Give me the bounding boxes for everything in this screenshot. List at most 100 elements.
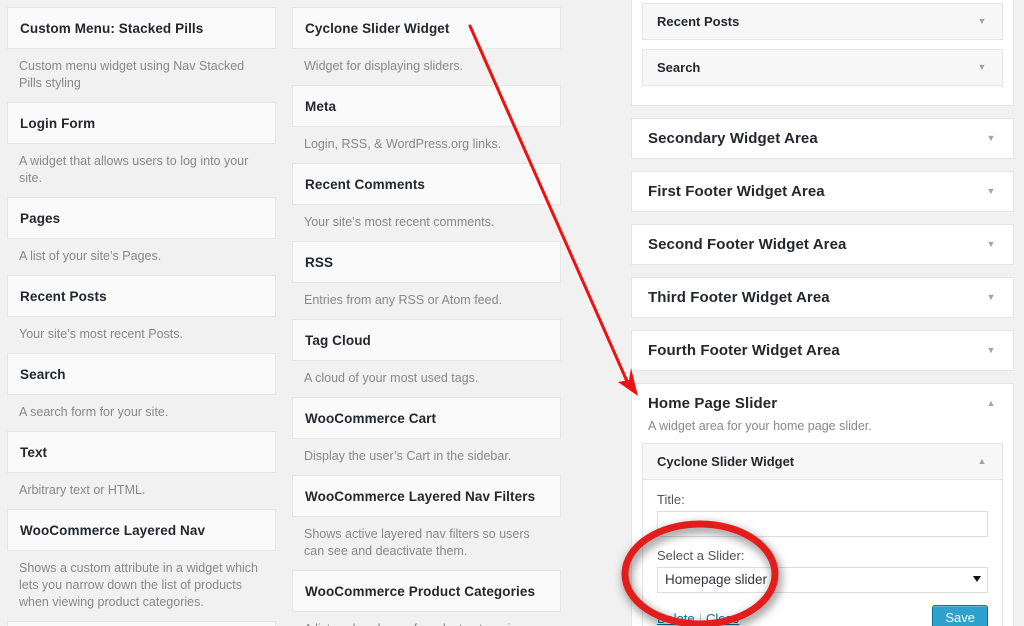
widget-row-title: Recent Posts xyxy=(657,14,740,29)
widget-area-title: Third Footer Widget Area xyxy=(648,289,830,306)
chevron-down-icon[interactable]: ▼ xyxy=(983,134,999,143)
chevron-up-icon[interactable]: ▲ xyxy=(974,457,990,466)
available-widget-header[interactable]: Search xyxy=(7,353,276,395)
select-slider-label: Select a Slider: xyxy=(657,548,745,563)
widget-area: First Footer Widget Area ▼ xyxy=(631,171,1014,212)
available-widget[interactable]: WooCommerce Price Filter xyxy=(7,621,276,626)
widget-area: Second Footer Widget Area ▼ xyxy=(631,224,1014,265)
available-widget-description: Your site’s most recent Posts. xyxy=(19,327,183,341)
available-widget[interactable]: Recent Posts xyxy=(7,275,276,317)
available-widget-title: WooCommerce Cart xyxy=(305,410,437,426)
available-widget-title: Login Form xyxy=(20,115,96,131)
available-widget[interactable]: WooCommerce Cart xyxy=(292,397,561,439)
available-widget-title: Custom Menu: Stacked Pills xyxy=(20,20,204,36)
widget-area-header[interactable]: Fourth Footer Widget Area ▼ xyxy=(632,331,1013,370)
widget-area-title: Fourth Footer Widget Area xyxy=(648,342,840,359)
available-widget-title: Search xyxy=(20,366,66,382)
available-widget-header[interactable]: RSS xyxy=(292,241,561,283)
widget-row[interactable]: Recent Posts ▼ xyxy=(642,3,1003,40)
available-widget[interactable]: Tag Cloud xyxy=(292,319,561,361)
available-widget[interactable]: Search xyxy=(7,353,276,395)
available-widget-description: Your site’s most recent comments. xyxy=(304,215,495,229)
collapsed-widget-areas: Secondary Widget Area ▼ First Footer Widge… xyxy=(621,118,1024,371)
widget-actions: Delete | Close Save xyxy=(657,603,988,626)
widgets-admin-screen: Custom Menu: Stacked Pills Custom menu wi… xyxy=(0,0,1024,626)
available-widget-description: Login, RSS, & WordPress.org links. xyxy=(304,137,502,151)
available-widget[interactable]: WooCommerce Product Categories xyxy=(292,570,561,612)
widget-area-title: Home Page Slider xyxy=(648,395,778,412)
widget-area-header[interactable]: Secondary Widget Area ▼ xyxy=(632,119,1013,158)
available-widget-title: WooCommerce Product Categories xyxy=(305,583,536,599)
widget-area-home-page-slider: Home Page Slider ▲ A widget area for you… xyxy=(631,383,1014,626)
chevron-up-icon[interactable]: ▲ xyxy=(983,399,999,408)
available-widget-title: RSS xyxy=(305,254,334,270)
available-widget[interactable]: WooCommerce Layered Nav Filters xyxy=(292,475,561,517)
available-widget-header[interactable]: Cyclone Slider Widget xyxy=(292,7,561,49)
available-widget[interactable]: Login Form xyxy=(7,102,276,144)
available-widget-title: Text xyxy=(20,444,48,460)
available-widget-description: Custom menu widget using Nav Stacked Pil… xyxy=(19,59,245,90)
available-widget-description: A list or dropdown of product categories… xyxy=(292,612,561,626)
chevron-down-icon[interactable]: ▼ xyxy=(983,240,999,249)
available-widget[interactable]: Cyclone Slider Widget xyxy=(292,7,561,49)
widget-area-body: Recent Posts ▼ Search ▼ xyxy=(632,0,1013,105)
available-widget[interactable]: Custom Menu: Stacked Pills xyxy=(7,7,276,49)
available-widget-description: Shows active layered nav filters so user… xyxy=(304,527,530,558)
chevron-down-icon[interactable] xyxy=(973,576,981,582)
available-widget[interactable]: Pages xyxy=(7,197,276,239)
available-widget-title: Recent Comments xyxy=(305,176,426,192)
title-input[interactable] xyxy=(657,511,988,537)
widget-area-header[interactable]: Home Page Slider ▲ xyxy=(632,384,1013,423)
widget-areas-panel: Recent Posts ▼ Search ▼ Secondary Widget Ar… xyxy=(621,0,1024,626)
chevron-down-icon[interactable]: ▼ xyxy=(983,346,999,355)
chevron-down-icon[interactable]: ▼ xyxy=(983,293,999,302)
slider-select[interactable]: Homepage slider xyxy=(657,567,988,593)
action-separator: | xyxy=(698,611,702,626)
available-widget-description: Shows a custom attribute in a widget whi… xyxy=(19,561,259,609)
available-widget-header[interactable]: WooCommerce Layered Nav xyxy=(7,509,276,551)
widget-area-header[interactable]: Third Footer Widget Area ▼ xyxy=(632,278,1013,317)
chevron-down-icon[interactable]: ▼ xyxy=(983,187,999,196)
available-widget-header[interactable]: WooCommerce Cart xyxy=(292,397,561,439)
available-widgets-panel: Custom Menu: Stacked Pills Custom menu wi… xyxy=(0,0,568,626)
available-widget-header[interactable]: Text xyxy=(7,431,276,473)
available-widget[interactable]: RSS xyxy=(292,241,561,283)
available-widgets-column-right: Cyclone Slider Widget Widget for displayi… xyxy=(285,7,568,626)
close-link[interactable]: Close xyxy=(706,611,739,626)
widget-header[interactable]: Cyclone Slider Widget ▲ xyxy=(643,444,1002,480)
slider-select-wrapper: Homepage slider xyxy=(657,567,988,593)
widget-form: Title: Select a Slider: Homepage slider … xyxy=(643,480,1002,626)
widget-area-header[interactable]: First Footer Widget Area ▼ xyxy=(632,172,1013,211)
available-widget[interactable]: WooCommerce Layered Nav xyxy=(7,509,276,551)
chevron-down-icon[interactable]: ▼ xyxy=(974,17,990,26)
available-widget-description: A list of your site’s Pages. xyxy=(19,249,162,263)
available-widget-header[interactable]: WooCommerce Product Categories xyxy=(292,570,561,612)
available-widget[interactable]: Text xyxy=(7,431,276,473)
available-widget-title: Cyclone Slider Widget xyxy=(305,20,450,36)
available-widgets-column-left: Custom Menu: Stacked Pills Custom menu wi… xyxy=(0,7,283,626)
available-widget-title: Meta xyxy=(305,98,337,114)
delete-link[interactable]: Delete xyxy=(657,611,695,626)
available-widget[interactable]: Recent Comments xyxy=(292,163,561,205)
chevron-down-icon[interactable]: ▼ xyxy=(974,63,990,72)
widget-row[interactable]: Search ▼ xyxy=(642,49,1003,86)
available-widget-description: A cloud of your most used tags. xyxy=(304,371,479,385)
widget-area-header[interactable]: Second Footer Widget Area ▼ xyxy=(632,225,1013,264)
available-widget-header[interactable]: Recent Comments xyxy=(292,163,561,205)
available-widget-header[interactable]: Pages xyxy=(7,197,276,239)
available-widget-header[interactable]: Tag Cloud xyxy=(292,319,561,361)
available-widget-title: Pages xyxy=(20,210,61,226)
available-widget-header[interactable]: WooCommerce Price Filter xyxy=(7,621,276,626)
available-widget-header[interactable]: Meta xyxy=(292,85,561,127)
title-label: Title: xyxy=(657,492,685,507)
available-widget-header[interactable]: Login Form xyxy=(7,102,276,144)
available-widget-header[interactable]: Recent Posts xyxy=(7,275,276,317)
available-widget-description: A search form for your site. xyxy=(19,405,169,419)
available-widget-header[interactable]: Custom Menu: Stacked Pills xyxy=(7,7,276,49)
available-widget[interactable]: Meta xyxy=(292,85,561,127)
available-widget-description: Arbitrary text or HTML. xyxy=(19,483,146,497)
widget-actions-left: Delete | Close xyxy=(657,611,932,626)
available-widget-header[interactable]: WooCommerce Layered Nav Filters xyxy=(292,475,561,517)
save-button[interactable]: Save xyxy=(932,605,988,626)
widget-area-description: A widget area for your home page slider. xyxy=(648,419,872,433)
